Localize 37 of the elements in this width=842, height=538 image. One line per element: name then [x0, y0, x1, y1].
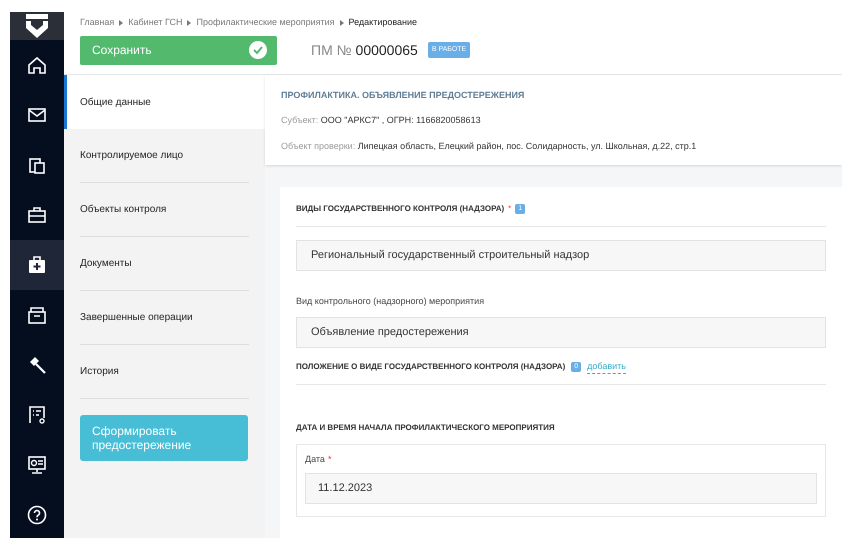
- section-heading: ДАТА И ВРЕМЯ НАЧАЛА ПРОФИЛАКТИЧЕСКОГО МЕРОПРИЯТИЯ: [296, 422, 556, 434]
- select-field[interactable]: Объявление предостережения: [296, 316, 826, 348]
- nav-item[interactable]: Завершенные операции: [80, 291, 249, 345]
- required-mark: *: [508, 203, 512, 215]
- date-field[interactable]: 11.12.2023: [305, 472, 817, 504]
- separator-icon: [187, 20, 192, 26]
- nav-item[interactable]: История: [80, 345, 249, 399]
- help-icon: [26, 504, 48, 526]
- nav-item[interactable]: Контролируемое лицо: [80, 129, 249, 183]
- logo-icon: [10, 12, 64, 40]
- nav-item[interactable]: Документы: [80, 237, 249, 291]
- field-label: Дата: [305, 453, 325, 466]
- breadcrumb-link[interactable]: Редактирование: [348, 16, 418, 30]
- briefcase-icon: [26, 204, 48, 226]
- breadcrumb-link[interactable]: Профилактические мероприятия: [196, 16, 334, 30]
- breadcrumb-link[interactable]: Кабинет ГСН: [128, 16, 182, 30]
- folder-icon: [26, 304, 48, 326]
- record-title: ПМ № 00000065: [311, 40, 418, 60]
- nav-item[interactable]: Общие данные: [64, 75, 265, 129]
- section-heading: ВИДЫ ГОСУДАРСТВЕННОГО КОНТРОЛЯ (НАДЗОРА): [296, 203, 504, 215]
- medical-kit-icon: [26, 254, 48, 276]
- rail-button[interactable]: [10, 240, 64, 290]
- monitor-icon: [26, 454, 48, 476]
- select-field[interactable]: Региональный государственный строительный надзор: [296, 240, 826, 271]
- section-heading: ПРОФИЛАКТИКА. ОБЪЯВЛЕНИЕ ПРЕДОСТЕРЕЖЕНИЯ: [281, 89, 526, 102]
- nav-item[interactable]: Объекты контроля: [80, 183, 249, 237]
- separator-icon: [119, 20, 124, 26]
- check-icon: [249, 41, 267, 59]
- breadcrumb-link[interactable]: Главная: [80, 16, 114, 30]
- section-heading: ПОЛОЖЕНИЕ О ВИДЕ ГОСУДАРСТВЕННОГО КОНТРОЛЯ (НАДЗОРА): [296, 360, 566, 373]
- separator-icon: [340, 20, 344, 26]
- required-mark: *: [328, 453, 332, 466]
- checklist-icon: [26, 404, 48, 426]
- info-line: Объект проверки: Липецкая область, Елецкий район, пос. Солидарность, ул. Школьная, д.22, стр.1: [281, 140, 698, 153]
- field-label: Вид контрольного (надзорного) мероприятия: [296, 295, 486, 308]
- home-icon: [26, 54, 48, 76]
- info-line: Субъект: ООО "АРКС7" , ОГРН: 1166820058613: [281, 114, 482, 127]
